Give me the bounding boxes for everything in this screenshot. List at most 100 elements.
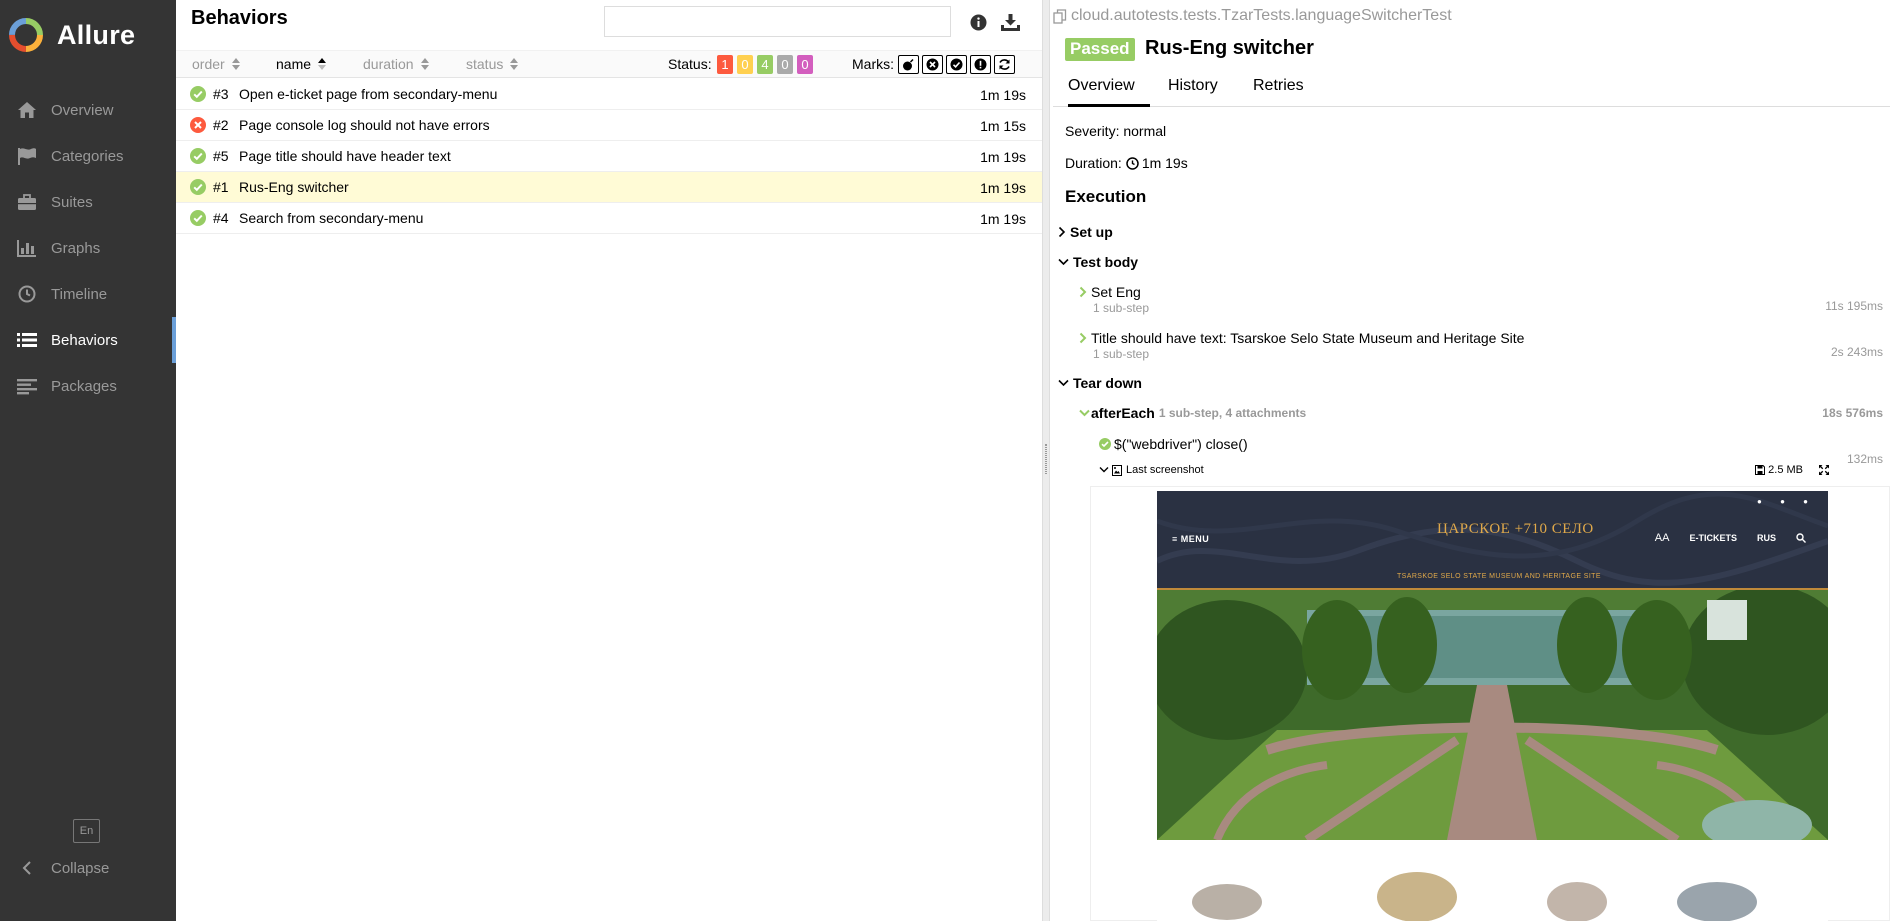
collapse-button[interactable]: Collapse: [0, 852, 109, 884]
sort-icon: [231, 58, 240, 70]
test-list: #3 Open e-ticket page from secondary-men…: [176, 79, 1042, 234]
setup-section[interactable]: Set up: [1058, 224, 1113, 240]
site-tagline: TSARSKOE SELO STATE MUSEUM AND HERITAGE …: [1397, 573, 1601, 580]
sidebar-item-overview[interactable]: Overview: [0, 87, 176, 133]
step-time: 2s 243ms: [1830, 345, 1883, 359]
mark-flaky-button[interactable]: [898, 55, 919, 74]
behaviors-pane: Behaviors order name duration status Sta…: [176, 0, 1042, 921]
screenshot-site-header: ● ● ● ≡ MENU ЦАРСКОЕ +710 СЕЛО TSARSKOE …: [1157, 491, 1828, 588]
step-substep-count: 1 sub-step: [1093, 347, 1150, 361]
search-input[interactable]: [604, 6, 951, 37]
sort-duration[interactable]: duration: [363, 56, 429, 72]
social-icons: ● ● ●: [1757, 497, 1816, 506]
sidebar-item-categories[interactable]: Categories: [0, 133, 176, 179]
sidebar-item-graphs[interactable]: Graphs: [0, 225, 176, 271]
site-menu-button: ≡ MENU: [1172, 534, 1210, 544]
passed-status-icon: [190, 86, 206, 102]
passed-status-icon: [190, 210, 206, 226]
sidebar-item-packages[interactable]: Packages: [0, 363, 176, 409]
site-logo: ЦАРСКОЕ +710 СЕЛО: [1437, 521, 1594, 537]
status-unknown-badge[interactable]: 0: [797, 55, 813, 74]
row-order: #5: [213, 148, 229, 164]
teardown-section[interactable]: Tear down: [1058, 375, 1142, 391]
tab-history[interactable]: History: [1168, 77, 1218, 104]
status-passed-badge[interactable]: 4: [757, 55, 773, 74]
sort-asc-icon: [318, 58, 327, 70]
clock-icon: [14, 284, 40, 304]
tab-retries[interactable]: Retries: [1253, 77, 1304, 104]
status-filter-label: Status:: [668, 56, 712, 72]
site-header-controls: AA E-TICKETS RUS: [1655, 532, 1806, 544]
mark-new-broken-button[interactable]: [970, 55, 991, 74]
detail-tabs: Overview History Retries: [1053, 70, 1890, 107]
sidebar-item-suites[interactable]: Suites: [0, 179, 176, 225]
test-full-name[interactable]: cloud.autotests.tests.TzarTests.language…: [1053, 7, 1452, 25]
sort-status[interactable]: status: [466, 56, 519, 72]
step-name: Title should have text: Tsarskoe Selo St…: [1091, 330, 1525, 346]
attachment-name: Last screenshot: [1126, 464, 1204, 476]
copy-icon: [1053, 8, 1067, 24]
column-header-name: name: [276, 56, 312, 72]
screenshot-preview: ● ● ● ≡ MENU ЦАРСКОЕ +710 СЕЛО TSARSKOE …: [1090, 486, 1890, 921]
exclamation-circle-icon: [974, 58, 987, 71]
table-row[interactable]: #2 Page console log should not have erro…: [176, 110, 1042, 141]
mark-new-passed-button[interactable]: [946, 55, 967, 74]
fullscreen-icon[interactable]: [1818, 464, 1830, 476]
substep-item[interactable]: $("webdriver") close() 132ms: [1099, 436, 1887, 466]
teardown-label: Tear down: [1073, 375, 1142, 391]
step-time: 11s 195ms: [1825, 299, 1883, 313]
screenshot-image: ● ● ● ≡ MENU ЦАРСКОЕ +710 СЕЛО TSARSKOE …: [1157, 491, 1828, 840]
chevron-left-icon: [14, 861, 40, 875]
mark-retries-button[interactable]: [994, 55, 1015, 74]
after-each-name: afterEach: [1091, 405, 1155, 421]
align-left-icon: [14, 376, 40, 396]
info-icon[interactable]: [968, 12, 988, 32]
marks-label: Marks:: [852, 56, 894, 72]
splitter-grip-icon: [1045, 444, 1047, 474]
column-header-duration: duration: [363, 56, 414, 72]
table-row[interactable]: #3 Open e-ticket page from secondary-men…: [176, 79, 1042, 110]
passed-status-icon: [190, 148, 206, 164]
brand[interactable]: Allure: [0, 0, 176, 70]
chevron-right-icon: [1079, 332, 1087, 344]
step-item[interactable]: Set Eng 1 sub-step 11s 195ms: [1079, 284, 1887, 315]
pane-splitter[interactable]: [1042, 0, 1050, 921]
sort-icon: [510, 58, 519, 70]
bar-chart-icon: [14, 238, 40, 258]
app-name: Allure: [57, 19, 136, 50]
passed-status-icon: [1099, 438, 1111, 450]
sidebar-item-label: Timeline: [51, 285, 108, 303]
table-row-selected[interactable]: #1 Rus-Eng switcher 1m 19s: [176, 172, 1042, 203]
sidebar: Allure Overview Categories Suites Graphs…: [0, 0, 176, 921]
sidebar-item-timeline[interactable]: Timeline: [0, 271, 176, 317]
step-substep-count: 1 sub-step: [1093, 301, 1150, 315]
test-body-section[interactable]: Test body: [1058, 254, 1138, 270]
tab-overview[interactable]: Overview: [1068, 77, 1150, 107]
status-failed-badge[interactable]: 1: [717, 55, 733, 74]
row-duration: 1m 15s: [980, 118, 1026, 134]
mark-new-failed-button[interactable]: [922, 55, 943, 74]
after-each-step[interactable]: afterEach 1 sub-step, 4 attachments 18s …: [1079, 405, 1887, 421]
sort-order[interactable]: order: [192, 56, 240, 72]
sidebar-item-label: Suites: [51, 193, 93, 211]
severity: Severity: normal: [1065, 123, 1167, 139]
row-order: #3: [213, 86, 229, 102]
status-skipped-badge[interactable]: 0: [777, 55, 793, 74]
save-icon: [1755, 465, 1766, 475]
attachment-item[interactable]: Last screenshot 2.5 MB: [1099, 464, 1887, 476]
font-size-toggle: AA: [1654, 532, 1670, 544]
status-badge: Passed: [1065, 38, 1135, 61]
bomb-icon: [903, 58, 914, 71]
sidebar-item-behaviors[interactable]: Behaviors: [0, 317, 176, 363]
sort-name[interactable]: name: [276, 56, 327, 72]
screenshot-figurines: [1157, 847, 1828, 921]
download-icon[interactable]: [1000, 12, 1020, 32]
table-row[interactable]: #5 Page title should have header text 1m…: [176, 141, 1042, 172]
column-header-status: status: [466, 56, 504, 72]
setup-label: Set up: [1070, 224, 1113, 240]
language-button[interactable]: En: [73, 819, 100, 843]
status-broken-badge[interactable]: 0: [737, 55, 753, 74]
table-row[interactable]: #4 Search from secondary-menu 1m 19s: [176, 203, 1042, 234]
sidebar-nav: Overview Categories Suites Graphs Timeli…: [0, 87, 176, 409]
step-item[interactable]: Title should have text: Tsarskoe Selo St…: [1079, 330, 1887, 361]
